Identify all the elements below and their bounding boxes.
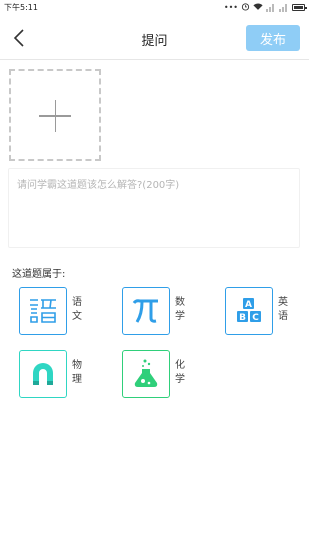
wifi-icon bbox=[253, 3, 263, 13]
signal-icon-2 bbox=[279, 3, 289, 12]
flask-icon bbox=[122, 350, 170, 398]
more-dots-icon: ••• bbox=[223, 3, 238, 12]
question-input[interactable] bbox=[8, 168, 300, 248]
subject-label: 化学 bbox=[175, 360, 185, 385]
alarm-icon bbox=[241, 2, 250, 13]
status-time: 下午5:11 bbox=[4, 3, 38, 12]
signal-icon bbox=[266, 3, 276, 12]
subject-label: 物理 bbox=[72, 360, 82, 385]
battery-icon bbox=[292, 4, 307, 11]
status-icons: ••• bbox=[223, 2, 307, 13]
add-image-button[interactable] bbox=[9, 69, 101, 161]
top-header: 提问 发布 bbox=[0, 16, 309, 60]
subject-label: 数学 bbox=[175, 297, 185, 322]
subject-english[interactable]: A B C 英语 bbox=[225, 287, 290, 335]
magnet-icon bbox=[19, 350, 67, 398]
svg-text:A: A bbox=[245, 300, 252, 310]
pi-icon bbox=[122, 287, 170, 335]
abc-blocks-icon: A B C bbox=[225, 287, 273, 335]
publish-button[interactable]: 发布 bbox=[246, 25, 300, 51]
chinese-icon bbox=[19, 287, 67, 335]
subject-math[interactable]: 数学 bbox=[122, 287, 187, 335]
subject-chinese[interactable]: 语文 bbox=[19, 287, 84, 335]
subject-chemistry[interactable]: 化学 bbox=[122, 350, 187, 398]
subject-label: 语文 bbox=[72, 297, 82, 322]
svg-text:C: C bbox=[252, 313, 259, 323]
subject-physics[interactable]: 物理 bbox=[19, 350, 84, 398]
svg-text:B: B bbox=[239, 313, 246, 323]
subject-section-label: 这道题属于: bbox=[12, 269, 66, 280]
status-bar: 下午5:11 ••• bbox=[0, 0, 309, 16]
subject-label: 英语 bbox=[278, 297, 288, 322]
